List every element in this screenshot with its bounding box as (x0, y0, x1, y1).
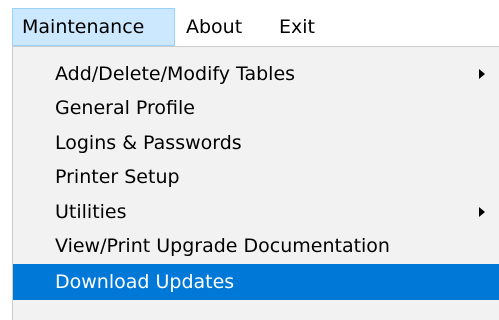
menu-item-label: Printer Setup (55, 166, 180, 188)
chevron-right-icon (479, 69, 485, 79)
menu-bar: Maintenance About Exit (0, 0, 499, 48)
menu-item-label: General Profile (55, 97, 195, 119)
menu-item-utilities[interactable]: Utilities (13, 196, 499, 229)
menu-item-logins-passwords[interactable]: Logins & Passwords (13, 127, 499, 160)
menu-exit[interactable]: Exit (270, 8, 330, 46)
menu-item-label: Add/Delete/Modify Tables (55, 63, 296, 85)
chevron-right-icon (479, 207, 485, 217)
maintenance-dropdown-menu: Add/Delete/Modify Tables General Profile… (12, 46, 499, 320)
menu-item-download-updates[interactable]: Download Updates (13, 264, 499, 300)
menu-item-label: Logins & Passwords (55, 132, 242, 154)
menu-item-label: Utilities (55, 201, 127, 223)
menu-maintenance[interactable]: Maintenance (12, 8, 175, 46)
menu-item-label: View/Print Upgrade Documentation (55, 235, 390, 257)
menu-item-general-profile[interactable]: General Profile (13, 92, 499, 125)
menu-item-view-print-upgrade-documentation[interactable]: View/Print Upgrade Documentation (13, 230, 499, 263)
application-window: Maintenance About Exit Add/Delete/Modify… (0, 0, 499, 320)
menu-item-add-delete-modify-tables[interactable]: Add/Delete/Modify Tables (13, 58, 499, 91)
menu-about[interactable]: About (177, 8, 267, 46)
menu-item-printer-setup[interactable]: Printer Setup (13, 161, 499, 194)
menu-item-label: Download Updates (55, 271, 235, 293)
